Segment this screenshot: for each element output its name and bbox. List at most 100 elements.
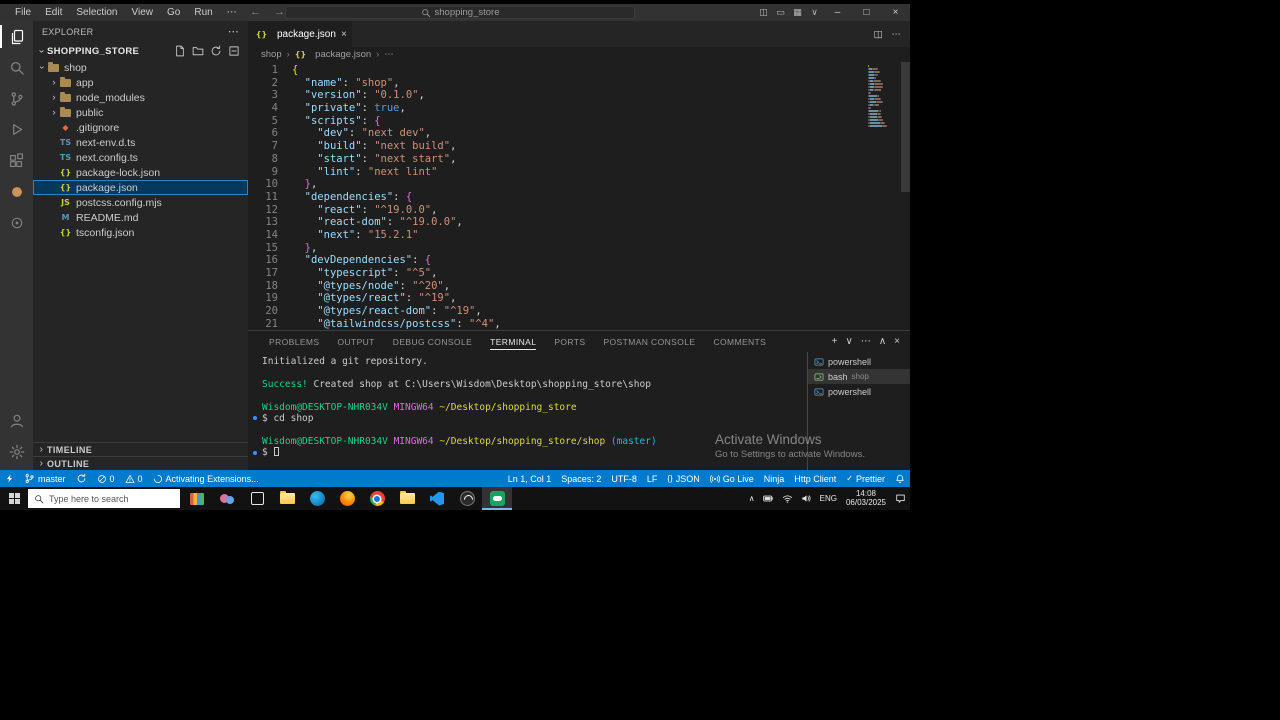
extensions-icon[interactable] [0, 145, 33, 176]
panel-tab-debug-console[interactable]: DEBUG CONSOLE [384, 331, 481, 352]
customize-layout-icon[interactable]: ▦ [789, 7, 806, 18]
menu-view[interactable]: View [125, 4, 161, 21]
run-debug-icon[interactable] [0, 114, 33, 145]
tab-package-json[interactable]: {} package.json × [248, 21, 352, 47]
taskbar-app-people[interactable] [212, 487, 242, 510]
battery-icon[interactable] [759, 487, 778, 510]
start-button[interactable] [0, 487, 28, 510]
breadcrumb-item-shop[interactable]: shop [261, 49, 282, 60]
folder-section-header[interactable]: › SHOPPING_STORE [33, 42, 248, 60]
taskbar-app-edge[interactable] [302, 487, 332, 510]
tray-chevron-icon[interactable]: ∧ [745, 487, 759, 510]
menu-edit[interactable]: Edit [38, 4, 69, 21]
status-notifications[interactable] [890, 470, 910, 487]
tree-item-app[interactable]: › app [33, 75, 248, 90]
tree-item-public[interactable]: › public [33, 105, 248, 120]
panel-tab-output[interactable]: OUTPUT [328, 331, 383, 352]
section-outline[interactable]: › OUTLINE [33, 456, 248, 470]
taskbar-app-firefox[interactable] [332, 487, 362, 510]
tree-item-package-json[interactable]: {} package.json [33, 180, 248, 195]
new-folder-icon[interactable] [191, 45, 205, 57]
tree-item-next-config-ts[interactable]: TS next.config.ts [33, 150, 248, 165]
toggle-panel-icon[interactable]: ▭ [772, 7, 789, 18]
status-activating-extensions[interactable]: Activating Extensions... [148, 470, 264, 487]
refresh-icon[interactable] [209, 45, 223, 57]
extension-a-icon[interactable] [0, 176, 33, 207]
close-icon[interactable]: × [894, 336, 900, 347]
command-center[interactable]: shopping_store [285, 6, 635, 19]
dropdown-icon[interactable]: ∨ [846, 336, 853, 347]
menu-run[interactable]: Run [187, 4, 219, 21]
clock[interactable]: 14:08 06/03/2025 [841, 487, 891, 510]
code-editor[interactable]: 1{2 "name": "shop", 3 "version": "0.1.0",… [248, 62, 910, 330]
tree-item-next-env-d-ts[interactable]: TS next-env.d.ts [33, 135, 248, 150]
section-timeline[interactable]: › TIMELINE [33, 442, 248, 456]
close-button[interactable]: × [881, 4, 910, 21]
tab-close-icon[interactable]: × [341, 29, 347, 40]
editor-scrollbar[interactable] [901, 62, 910, 192]
terminal-instance-bash[interactable]: bash shop [808, 369, 910, 384]
new-terminal-icon[interactable]: + [832, 336, 838, 347]
status-go-live[interactable]: Go Live [705, 470, 759, 487]
tree-item-gitignore[interactable]: ◆ .gitignore [33, 120, 248, 135]
split-editor-icon[interactable]: ◫ [874, 29, 883, 40]
back-icon[interactable]: ← [250, 4, 261, 21]
taskbar-app-vscode[interactable] [422, 487, 452, 510]
taskbar-app-folder[interactable] [392, 487, 422, 510]
taskbar-app-obs[interactable] [452, 487, 482, 510]
more-icon[interactable]: ⋯ [892, 29, 902, 40]
explorer-icon[interactable] [0, 21, 33, 52]
menu-selection[interactable]: Selection [69, 4, 124, 21]
settings-icon[interactable] [0, 436, 33, 467]
forward-icon[interactable]: → [274, 4, 285, 21]
taskbar-search[interactable]: Type here to search [28, 489, 180, 508]
status-ninja[interactable]: Ninja [759, 470, 790, 487]
status-sync[interactable] [71, 470, 92, 487]
taskbar-app-chrome[interactable] [362, 487, 392, 510]
status-indentation[interactable]: Spaces: 2 [556, 470, 606, 487]
minimize-button[interactable]: – [823, 4, 852, 21]
extension-b-icon[interactable] [0, 207, 33, 238]
account-icon[interactable] [0, 405, 33, 436]
toggle-sidebar-icon[interactable]: ◫ [755, 7, 772, 18]
panel-tab-ports[interactable]: PORTS [545, 331, 594, 352]
layout-dropdown-icon[interactable]: ∨ [806, 7, 823, 18]
panel-tab-postman-console[interactable]: POSTMAN CONSOLE [594, 331, 704, 352]
maximize-icon[interactable]: ∧ [879, 336, 886, 347]
tree-item-postcss-config-mjs[interactable]: JS postcss.config.mjs [33, 195, 248, 210]
menu-file[interactable]: File [8, 4, 38, 21]
terminal-instance-powershell[interactable]: powershell [808, 384, 910, 399]
status-errors[interactable]: 0 [92, 470, 120, 487]
source-control-icon[interactable] [0, 83, 33, 114]
minimap[interactable] [868, 65, 898, 128]
explorer-more-icon[interactable]: ⋯ [228, 25, 239, 38]
new-file-icon[interactable] [173, 45, 187, 57]
status-http-client[interactable]: Http Client [789, 470, 841, 487]
panel-tab-comments[interactable]: COMMENTS [704, 331, 775, 352]
status-prettier[interactable]: ✓ Prettier [841, 470, 890, 487]
maximize-button[interactable]: □ [852, 4, 881, 21]
breadcrumb-item-more[interactable]: ⋯ [384, 49, 394, 60]
status-remote[interactable] [0, 470, 19, 487]
panel-tab-problems[interactable]: PROBLEMS [260, 331, 328, 352]
menu-more[interactable]: ⋯ [220, 4, 244, 21]
status-eol[interactable]: LF [642, 470, 663, 487]
terminal-instance-powershell[interactable]: powershell [808, 354, 910, 369]
taskbar-app-task-view[interactable] [242, 487, 272, 510]
status-warnings[interactable]: 0 [120, 470, 148, 487]
panel-tab-terminal[interactable]: TERMINAL [481, 331, 545, 352]
taskbar-app-file-explorer[interactable] [272, 487, 302, 510]
tree-item-tsconfig-json[interactable]: {} tsconfig.json [33, 225, 248, 240]
menu-go[interactable]: Go [160, 4, 187, 21]
tree-item-package-lock-json[interactable]: {} package-lock.json [33, 165, 248, 180]
taskbar-app-library[interactable] [182, 487, 212, 510]
breadcrumb-item-package-json[interactable]: package.json [315, 49, 371, 60]
status-language-mode[interactable]: {} JSON [662, 470, 704, 487]
volume-icon[interactable] [797, 487, 816, 510]
notification-center-icon[interactable] [891, 487, 910, 510]
status-git-branch[interactable]: master [19, 470, 71, 487]
collapse-all-icon[interactable] [227, 45, 241, 57]
tree-item-readme-md[interactable]: M README.md [33, 210, 248, 225]
more-icon[interactable]: ⋯ [861, 336, 871, 347]
taskbar-app-recorder[interactable] [482, 487, 512, 510]
